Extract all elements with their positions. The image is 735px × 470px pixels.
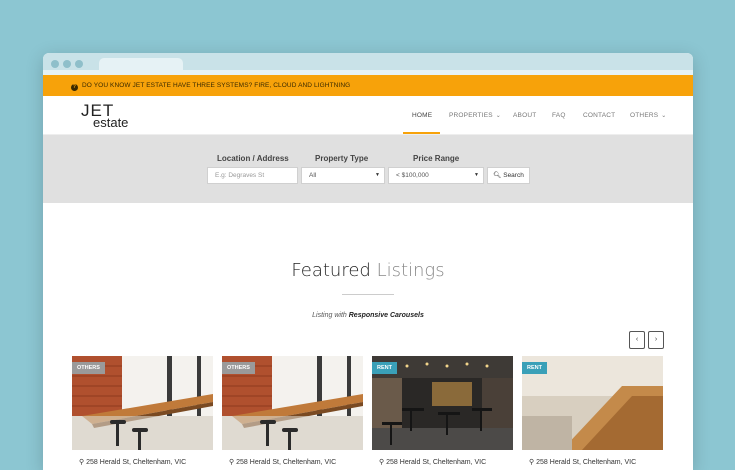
property-type-select[interactable]: All ▼ <box>301 167 385 184</box>
listing-photo[interactable]: RENT <box>372 356 513 450</box>
listing-address-text: 258 Herald St, Cheltenham, VIC <box>86 459 187 466</box>
subtitle-prefix: Listing with <box>312 312 347 319</box>
location-label: Location / Address <box>217 154 289 163</box>
announcement-bar: ? DO YOU KNOW JET ESTATE HAVE THREE SYSTE… <box>43 75 693 96</box>
price-range-label: Price Range <box>413 154 460 163</box>
chevron-down-icon: ⌄ <box>661 113 667 119</box>
subtitle-emphasis: Responsive Carousels <box>348 312 424 319</box>
price-range-select[interactable]: < $100,000 ▼ <box>388 167 484 184</box>
listing-address-text: 258 Herald St, Cheltenham, VIC <box>236 459 337 466</box>
listing-card[interactable]: OTHERS ⚲ 258 Herald St, Cheltenham, VIC <box>72 356 213 470</box>
search-icon: 🔍︎ <box>493 172 502 179</box>
listing-address-text: 258 Herald St, Cheltenham, VIC <box>536 459 637 466</box>
listing-address: ⚲ 258 Herald St, Cheltenham, VIC <box>79 458 186 466</box>
listing-badge: OTHERS <box>72 362 105 374</box>
question-icon: ? <box>71 84 78 91</box>
location-input[interactable]: E.g: Degraves St <box>207 167 298 184</box>
browser-window: ? DO YOU KNOW JET ESTATE HAVE THREE SYSTE… <box>43 53 693 470</box>
nav-active-indicator <box>403 132 440 134</box>
nav-properties[interactable]: PROPERTIES ⌄ <box>449 96 501 135</box>
chevron-down-icon: ⌄ <box>495 113 502 119</box>
nav-about[interactable]: ABOUT <box>513 96 536 135</box>
map-marker-icon: ⚲ <box>79 459 85 466</box>
search-button-label: Search <box>503 172 524 179</box>
listing-address-text: 258 Herald St, Cheltenham, VIC <box>386 459 487 466</box>
search-panel: Location / Address Property Type Price R… <box>43 135 693 203</box>
section-title: Featured Listings <box>43 260 693 281</box>
price-range-value: < $100,000 <box>396 172 429 179</box>
map-marker-icon: ⚲ <box>529 459 535 466</box>
search-button[interactable]: 🔍︎ Search <box>487 167 530 184</box>
window-close-dot[interactable] <box>51 60 59 68</box>
window-minimize-dot[interactable] <box>63 60 71 68</box>
listing-photo[interactable]: RENT <box>522 356 663 450</box>
browser-tab[interactable] <box>99 58 183 75</box>
announcement-text: DO YOU KNOW JET ESTATE HAVE THREE SYSTEM… <box>82 82 351 89</box>
chevron-left-icon: ‹ <box>635 336 639 343</box>
listing-card[interactable]: RENT ⚲ 258 Herald St, Cheltenham, VIC <box>522 356 663 470</box>
nav-properties-label: PROPERTIES <box>449 112 493 119</box>
listing-address: ⚲ 258 Herald St, Cheltenham, VIC <box>529 458 636 466</box>
nav-home[interactable]: HOME <box>412 96 432 135</box>
section-title-bold: Featured <box>291 260 371 281</box>
caret-down-icon: ▼ <box>375 172 380 178</box>
chevron-right-icon: › <box>654 336 658 343</box>
property-type-value: All <box>309 172 317 179</box>
nav-contact[interactable]: CONTACT <box>583 96 615 135</box>
listing-badge: RENT <box>372 362 397 374</box>
listing-card[interactable]: RENT ⚲ 258 Herald St, Cheltenham, VIC <box>372 356 513 470</box>
location-placeholder: E.g: Degraves St <box>215 172 265 179</box>
browser-chrome <box>43 53 693 75</box>
section-subtitle: Listing with Responsive Carousels <box>43 312 693 319</box>
listing-photo[interactable]: OTHERS <box>222 356 363 450</box>
listing-photo[interactable]: OTHERS <box>72 356 213 450</box>
window-maximize-dot[interactable] <box>75 60 83 68</box>
listing-badge: OTHERS <box>222 362 255 374</box>
title-divider <box>342 294 394 295</box>
listing-card[interactable]: OTHERS ⚲ 258 Herald St, Cheltenham, VIC <box>222 356 363 470</box>
section-title-light: Listings <box>376 260 445 281</box>
carousel-next-button[interactable]: › <box>648 331 664 349</box>
nav-others-label: OTHERS <box>630 112 659 119</box>
map-marker-icon: ⚲ <box>229 459 235 466</box>
logo-bottom: estate <box>93 115 129 130</box>
nav-others[interactable]: OTHERS ⌄ <box>630 96 667 135</box>
site-header: JET estate HOME PROPERTIES ⌄ ABOUT FAQ CO… <box>43 96 693 135</box>
site-logo[interactable]: JET estate <box>81 101 141 131</box>
listing-badge: RENT <box>522 362 547 374</box>
listing-address: ⚲ 258 Herald St, Cheltenham, VIC <box>229 458 336 466</box>
carousel-prev-button[interactable]: ‹ <box>629 331 645 349</box>
caret-down-icon: ▼ <box>474 172 479 178</box>
map-marker-icon: ⚲ <box>379 459 385 466</box>
listing-address: ⚲ 258 Herald St, Cheltenham, VIC <box>379 458 486 466</box>
property-type-label: Property Type <box>315 154 369 163</box>
nav-faq[interactable]: FAQ <box>552 96 566 135</box>
